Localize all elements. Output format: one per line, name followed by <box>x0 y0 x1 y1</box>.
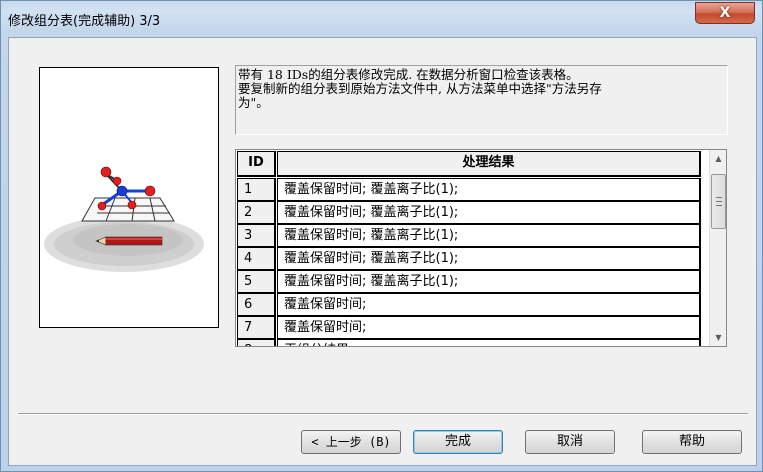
table-row[interactable]: 2 覆盖保留时间; 覆盖离子比(1); <box>237 201 707 224</box>
help-button[interactable]: 帮助 <box>642 430 742 454</box>
completion-message: 带有 18 IDs的组分表修改完成. 在数据分析窗口检查该表格。 要复制新的组分… <box>235 65 728 135</box>
grid-sheet <box>81 197 175 222</box>
back-button[interactable]: < 上一步 (B) <box>301 430 401 454</box>
message-line-3: 为"。 <box>238 95 269 110</box>
row-id-cell: 2 <box>237 201 276 224</box>
row-result-cell: 覆盖保留时间; 覆盖离子比(1); <box>277 178 701 201</box>
results-table[interactable]: ID 处理结果 1 覆盖保留时间; 覆盖离子比(1); 2 覆盖保留时间; 覆盖… <box>235 149 727 347</box>
row-id-cell: 3 <box>237 224 276 247</box>
scrollbar-thumb[interactable] <box>711 174 726 229</box>
message-line-1: 带有 18 IDs的组分表修改完成. 在数据分析窗口检查该表格。 <box>238 67 579 82</box>
row-id-cell: 1 <box>237 178 276 201</box>
button-separator <box>18 413 748 415</box>
table-row[interactable]: 5 覆盖保留时间; 覆盖离子比(1); <box>237 270 707 293</box>
table-row[interactable]: 3 覆盖保留时间; 覆盖离子比(1); <box>237 224 707 247</box>
row-result-cell: 无组分结果; <box>277 339 701 346</box>
finish-button[interactable]: 完成 <box>413 430 503 454</box>
row-result-cell: 覆盖保留时间; <box>277 293 701 316</box>
cancel-button-label: 取消 <box>556 434 583 449</box>
message-line-2: 要复制新的组分表到原始方法文件中, 从方法菜单中选择"方法另存 <box>238 81 602 96</box>
pencil-icon <box>95 236 163 246</box>
table-row[interactable]: 4 覆盖保留时间; 覆盖离子比(1); <box>237 247 707 270</box>
close-button[interactable]: X <box>695 2 755 24</box>
row-id-cell: 4 <box>237 247 276 270</box>
cancel-button[interactable]: 取消 <box>525 430 615 454</box>
back-button-label: < 上一步 (B) <box>311 435 391 449</box>
row-id-cell: 6 <box>237 293 276 316</box>
table-row[interactable]: 1 覆盖保留时间; 覆盖离子比(1); <box>237 178 707 201</box>
table-header: ID 处理结果 <box>237 151 707 177</box>
help-button-label: 帮助 <box>678 434 705 449</box>
scroll-down-arrow-icon[interactable]: ▼ <box>710 329 726 346</box>
title-bar: 修改组分表(完成辅助) 3/3 X <box>1 1 762 37</box>
scroll-up-arrow-icon[interactable]: ▲ <box>710 150 726 167</box>
dialog-window: 修改组分表(完成辅助) 3/3 X 带有 18 IDs的组分表修改完成. 在数据… <box>0 0 763 472</box>
table-row[interactable]: 6 覆盖保留时间; <box>237 293 707 316</box>
molecule-on-grid-illustration <box>44 166 204 272</box>
table-row[interactable]: 7 覆盖保留时间; <box>237 316 707 339</box>
column-header-result[interactable]: 处理结果 <box>277 151 701 177</box>
row-result-cell: 覆盖保留时间; 覆盖离子比(1); <box>277 247 701 270</box>
row-id-cell: 8 <box>237 339 276 346</box>
finish-button-label: 完成 <box>444 434 471 449</box>
wizard-illustration-panel <box>39 67 219 328</box>
row-result-cell: 覆盖保留时间; <box>277 316 701 339</box>
grip-icon <box>716 197 722 206</box>
table-body: 1 覆盖保留时间; 覆盖离子比(1); 2 覆盖保留时间; 覆盖离子比(1); … <box>237 178 707 346</box>
table-row[interactable]: 8 无组分结果; <box>237 339 707 346</box>
row-result-cell: 覆盖保留时间; 覆盖离子比(1); <box>277 270 701 293</box>
close-icon: X <box>719 5 731 21</box>
row-result-cell: 覆盖保留时间; 覆盖离子比(1); <box>277 201 701 224</box>
dialog-client-area: 带有 18 IDs的组分表修改完成. 在数据分析窗口检查该表格。 要复制新的组分… <box>8 37 757 466</box>
row-id-cell: 7 <box>237 316 276 339</box>
row-result-cell: 覆盖保留时间; 覆盖离子比(1); <box>277 224 701 247</box>
window-title: 修改组分表(完成辅助) 3/3 <box>8 14 161 29</box>
table-vertical-scrollbar[interactable]: ▲ ▼ <box>709 150 726 346</box>
row-id-cell: 5 <box>237 270 276 293</box>
column-header-id[interactable]: ID <box>237 151 276 177</box>
